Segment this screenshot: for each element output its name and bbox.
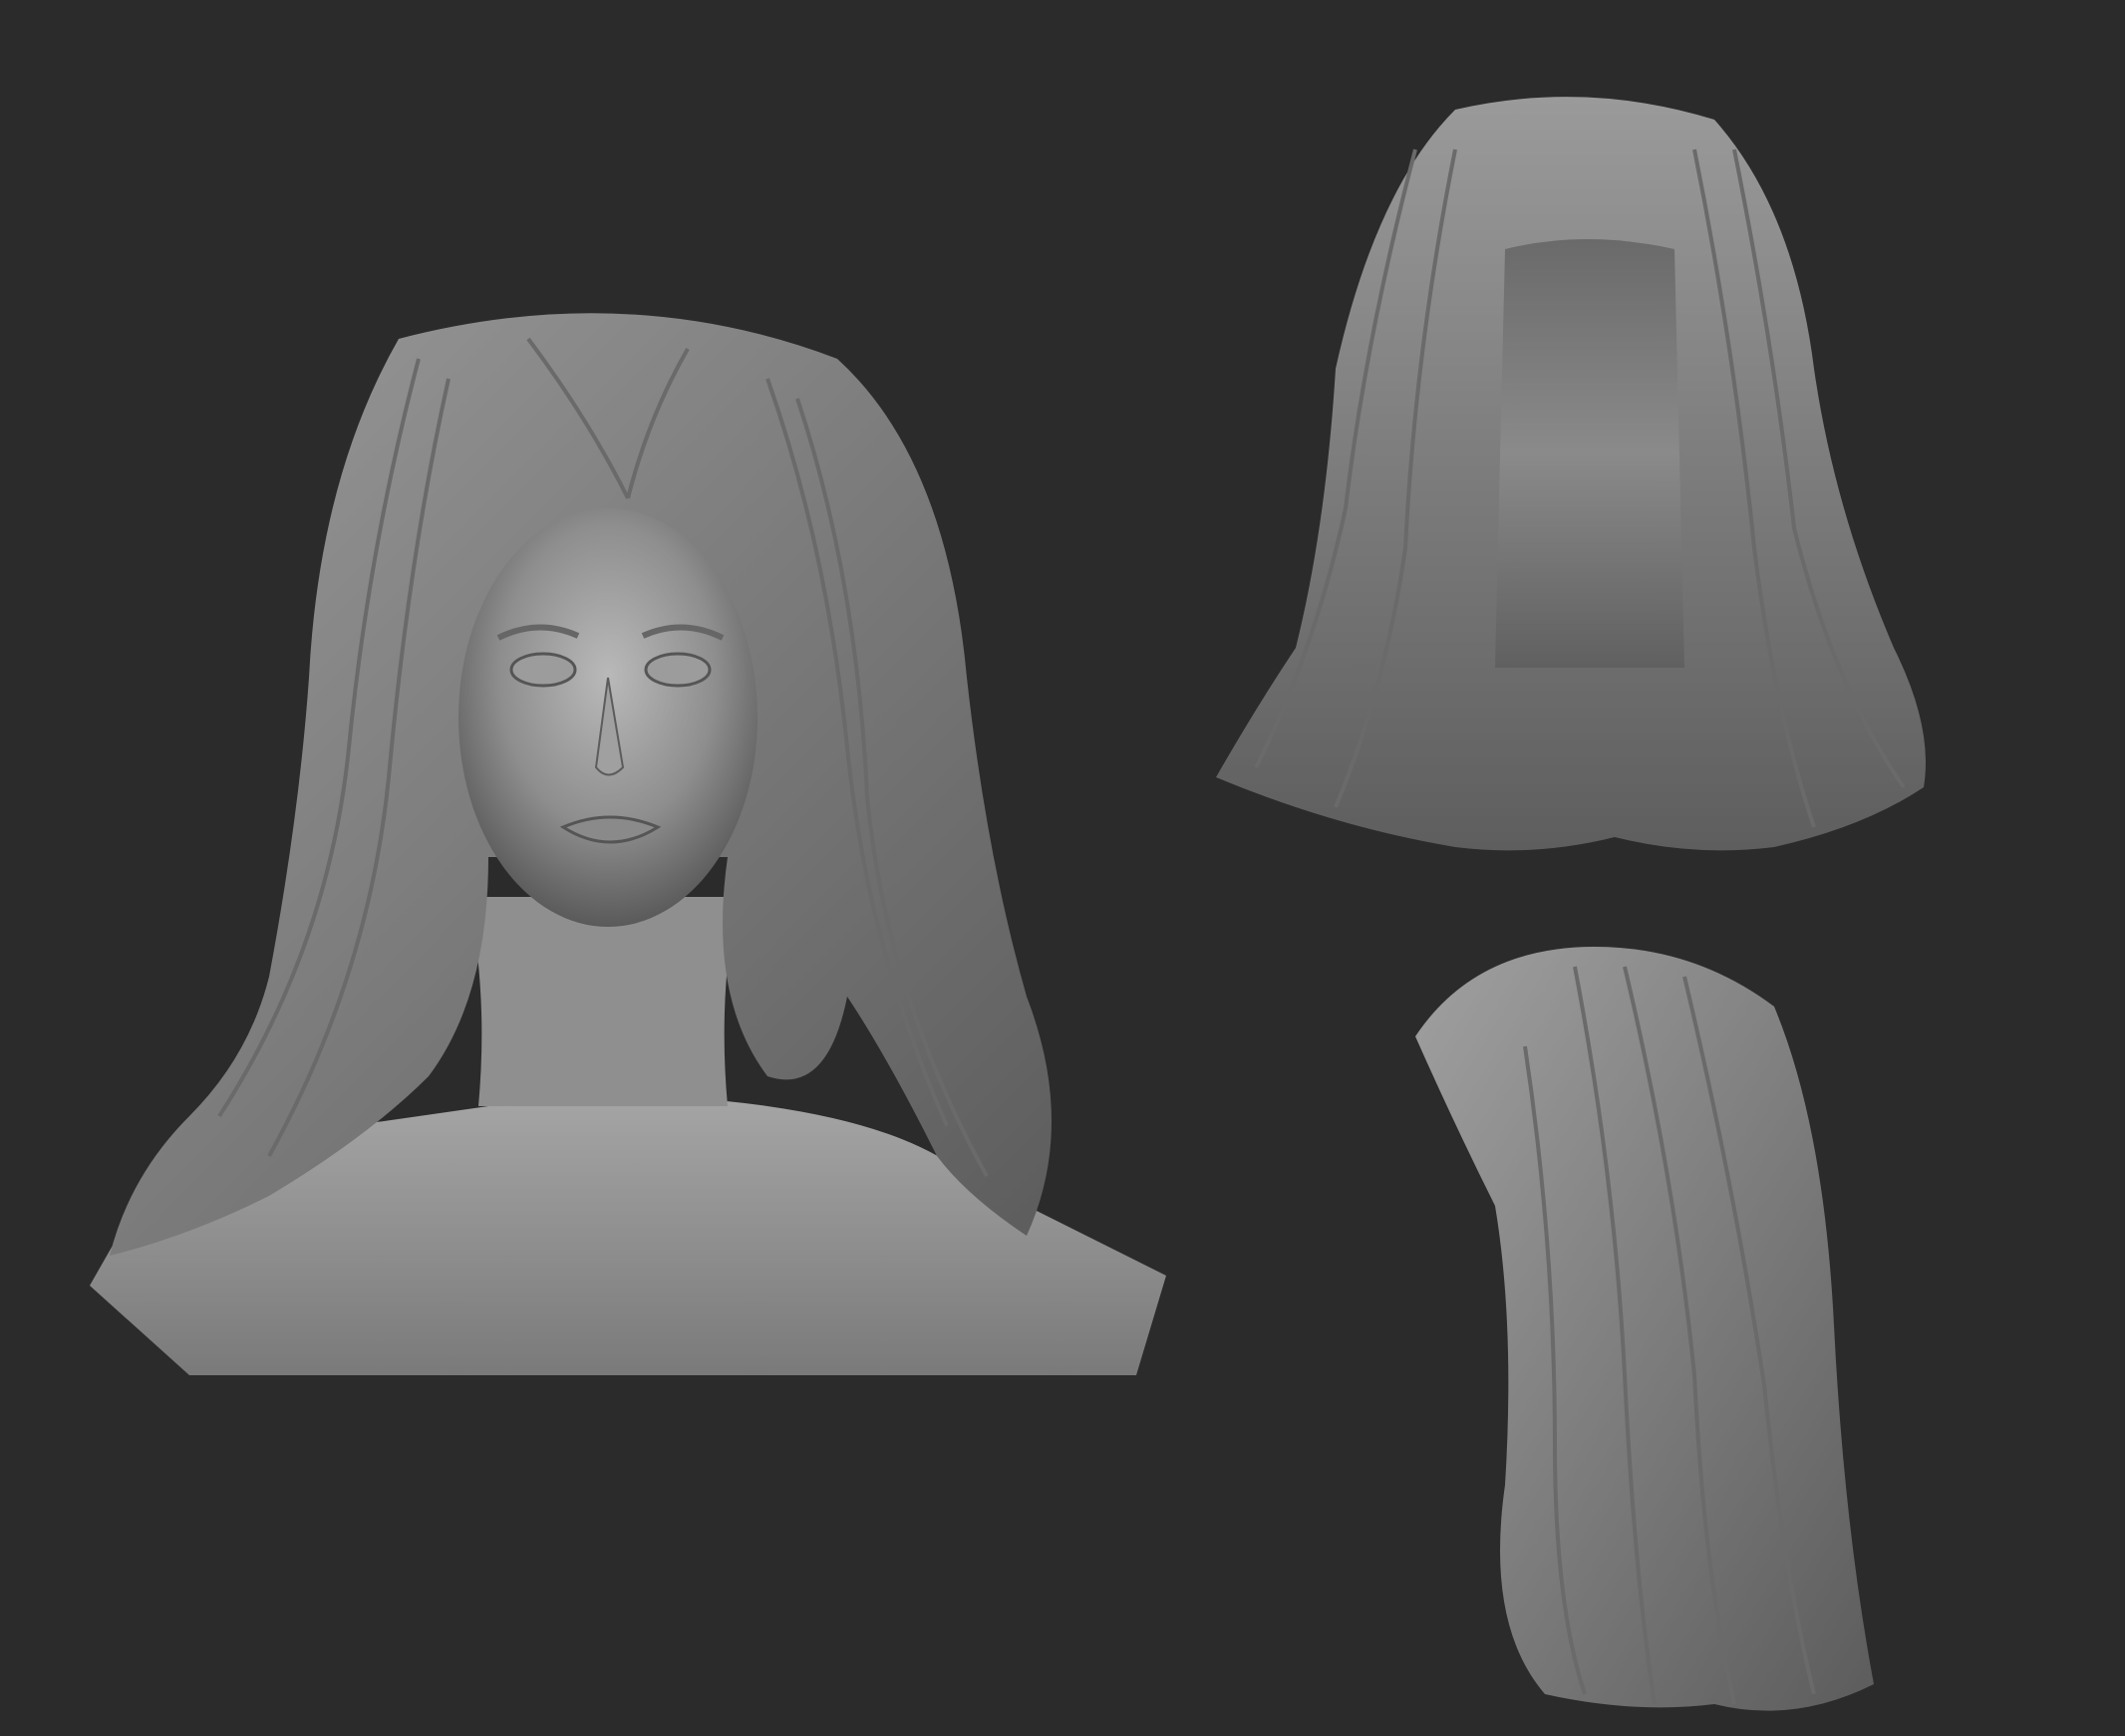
- sculpt-canvas: [0, 0, 2125, 1736]
- bust-neck: [468, 897, 738, 1106]
- hair-side-view: [1395, 927, 1934, 1724]
- hair-back-view: [1216, 90, 1954, 887]
- front-bust-render: [90, 313, 1166, 1375]
- hair-side-render: [1415, 947, 1874, 1711]
- front-bust-view: [70, 299, 1216, 1395]
- eye-left: [509, 652, 577, 688]
- scalp-cap: [1495, 239, 1684, 668]
- eye-right: [644, 652, 712, 688]
- hair-back-render: [1216, 97, 1926, 851]
